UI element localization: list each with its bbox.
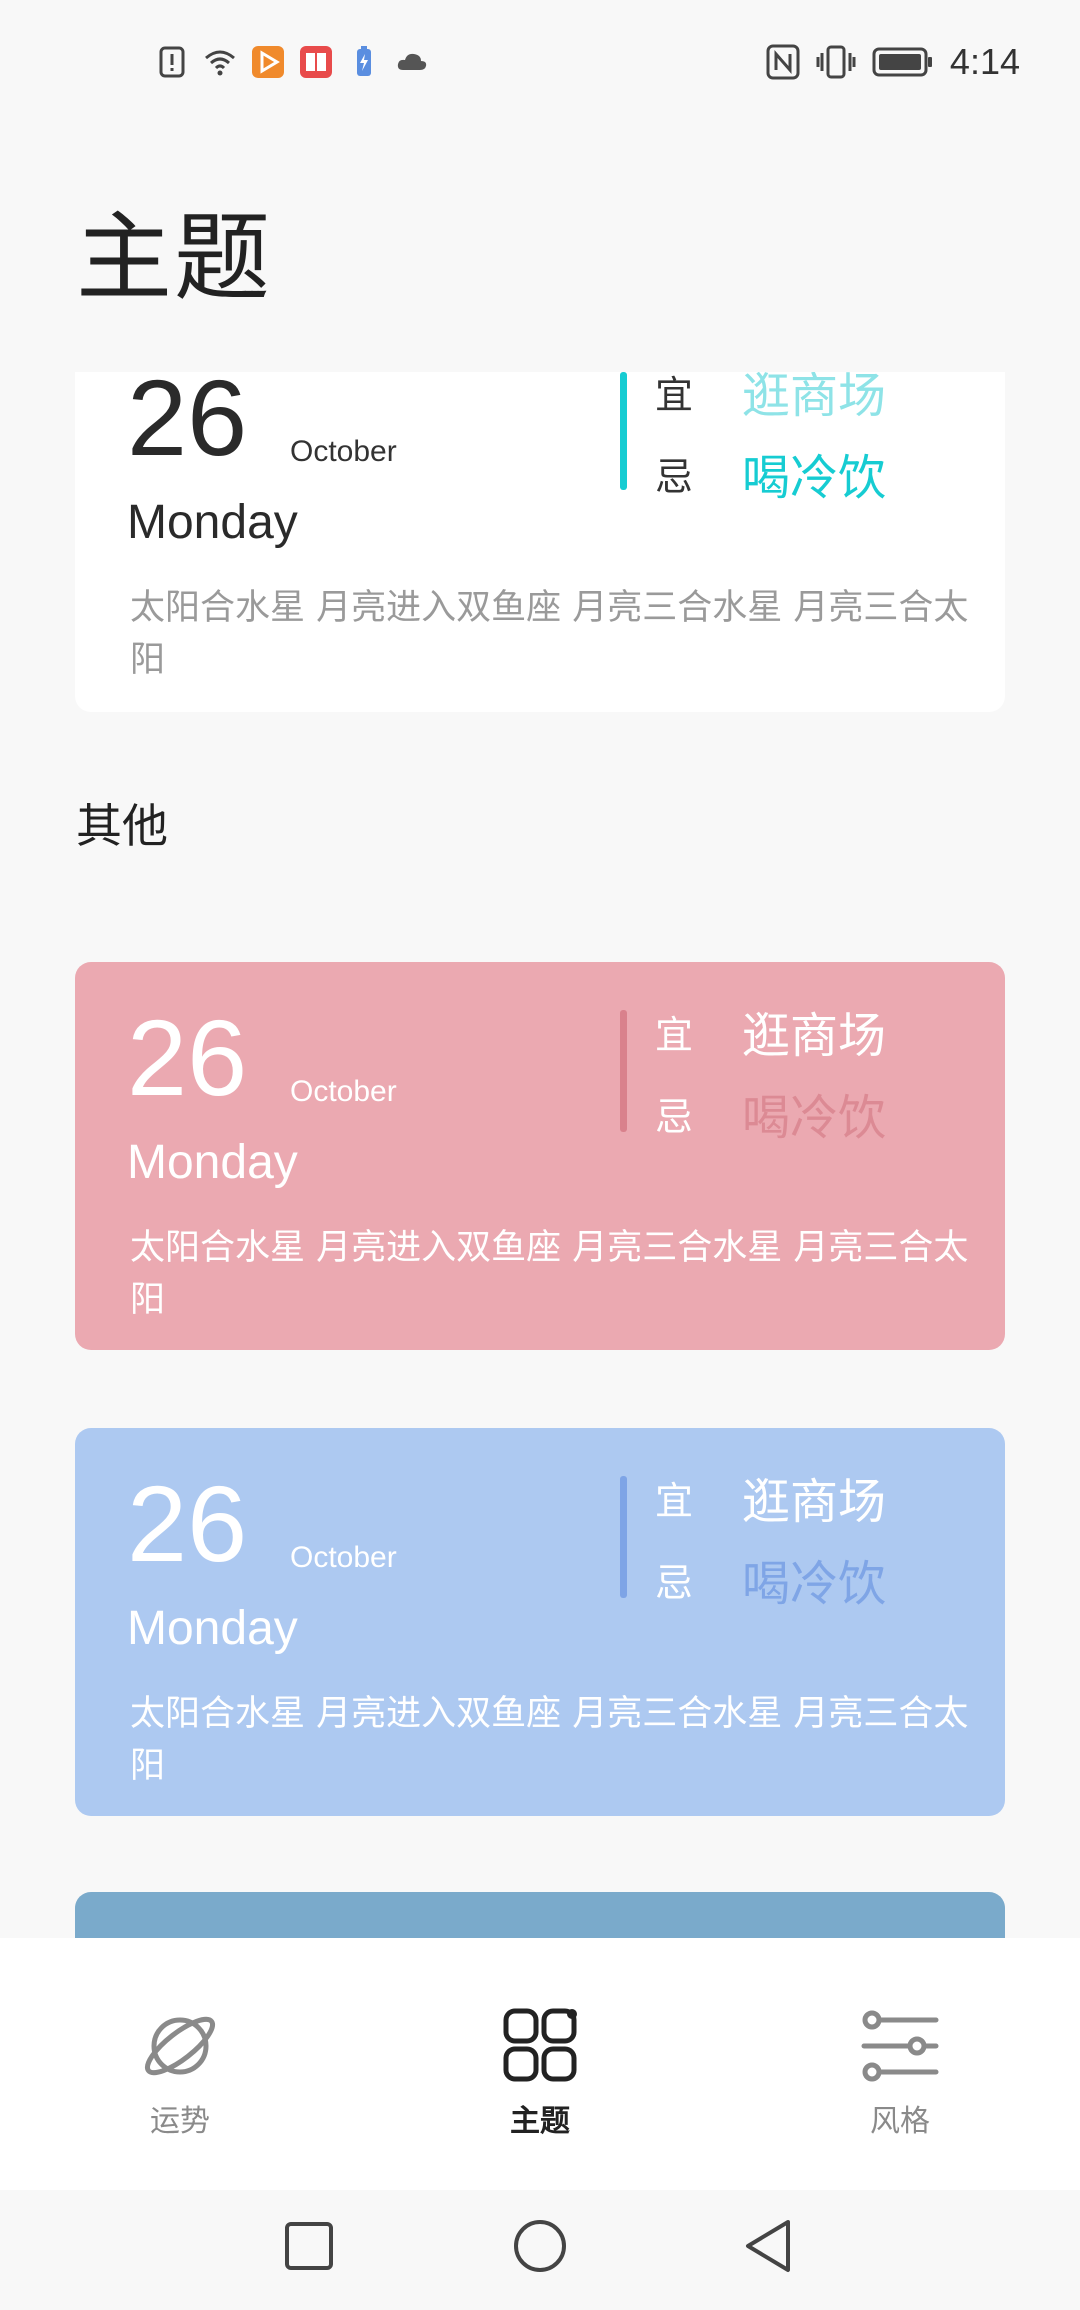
date-weekday: Monday [127,496,298,549]
ji-label: 忌 [655,1561,694,1605]
battery-icon [872,47,932,77]
nfc-icon [766,44,800,80]
date-day: 26 [127,372,248,478]
nav-label: 主题 [510,2104,570,2139]
nav-label: 风格 [870,2104,930,2139]
date-month: October [290,435,397,468]
date-day: 26 [127,1463,248,1584]
wifi-icon [205,50,235,76]
ji-value: 喝冷饮 [742,1090,887,1146]
nav-item-fortune[interactable]: 运势 [80,2008,280,2140]
ji-value: 喝冷饮 [742,450,887,506]
ji-label: 忌 [655,1095,694,1139]
accent-bar [620,372,627,490]
astro-description: 太阳合水星 月亮进入双鱼座 月亮三合水星 月亮三合太阳 [130,1228,969,1320]
grid-icon [503,2008,577,2082]
status-bar: 4:14 [0,0,1080,125]
video-app-icon [252,46,284,78]
yi-value: 逛商场 [742,372,887,424]
yi-value: 逛商场 [742,1008,887,1064]
ji-label: 忌 [655,455,694,499]
page-title: 主题 [76,202,272,314]
theme-card-blue[interactable]: 26 October Monday 宜 逛商场 忌 喝冷饮 太阳合水星 月亮进入… [75,1428,1005,1816]
theme-card-steel[interactable] [75,1892,1005,1938]
accent-bar [620,1010,627,1132]
yi-label: 宜 [655,1013,694,1057]
date-day: 26 [127,997,248,1118]
nav-item-style[interactable]: 风格 [800,2008,1000,2140]
status-right-icons: 4:14 [766,40,1020,84]
status-left-icons [155,40,429,84]
yi-label: 宜 [655,1479,694,1523]
clock: 4:14 [949,41,1020,82]
home-button[interactable] [512,2218,568,2274]
system-nav-bar [0,2190,1080,2310]
astro-description: 太阳合水星 月亮进入双鱼座 月亮三合水星 月亮三合太阳 [130,1694,969,1786]
theme-list[interactable]: 26 October Monday 宜 逛商场 忌 喝冷饮 太阳合水星 月亮进入… [0,370,1080,1938]
date-month: October [290,1541,397,1574]
theme-card-default[interactable]: 26 October Monday 宜 逛商场 忌 喝冷饮 太阳合水星 月亮进入… [75,372,1005,712]
date-weekday: Monday [127,1136,298,1189]
bottom-nav: 运势 主题 风格 [0,1938,1080,2190]
cloud-icon [397,53,427,70]
alert-icon [159,46,185,78]
recents-button[interactable] [283,2220,335,2272]
planet-icon [144,2016,216,2076]
book-app-icon [300,46,332,78]
battery-saver-icon [357,46,371,76]
back-button[interactable] [742,2218,794,2274]
astro-description: 太阳合水星 月亮进入双鱼座 月亮三合水星 月亮三合太阳 [130,588,969,680]
date-month: October [290,1075,397,1108]
date-weekday: Monday [127,1602,298,1655]
vibrate-icon [816,45,856,79]
sliders-icon [861,2010,939,2082]
accent-bar [620,1476,627,1598]
nav-item-theme[interactable]: 主题 [440,2008,640,2140]
nav-label: 运势 [150,2104,210,2139]
yi-label: 宜 [655,373,694,417]
section-title-others: 其他 [76,799,168,853]
yi-value: 逛商场 [742,1474,887,1530]
ji-value: 喝冷饮 [742,1556,887,1612]
theme-card-pink[interactable]: 26 October Monday 宜 逛商场 忌 喝冷饮 太阳合水星 月亮进入… [75,962,1005,1350]
